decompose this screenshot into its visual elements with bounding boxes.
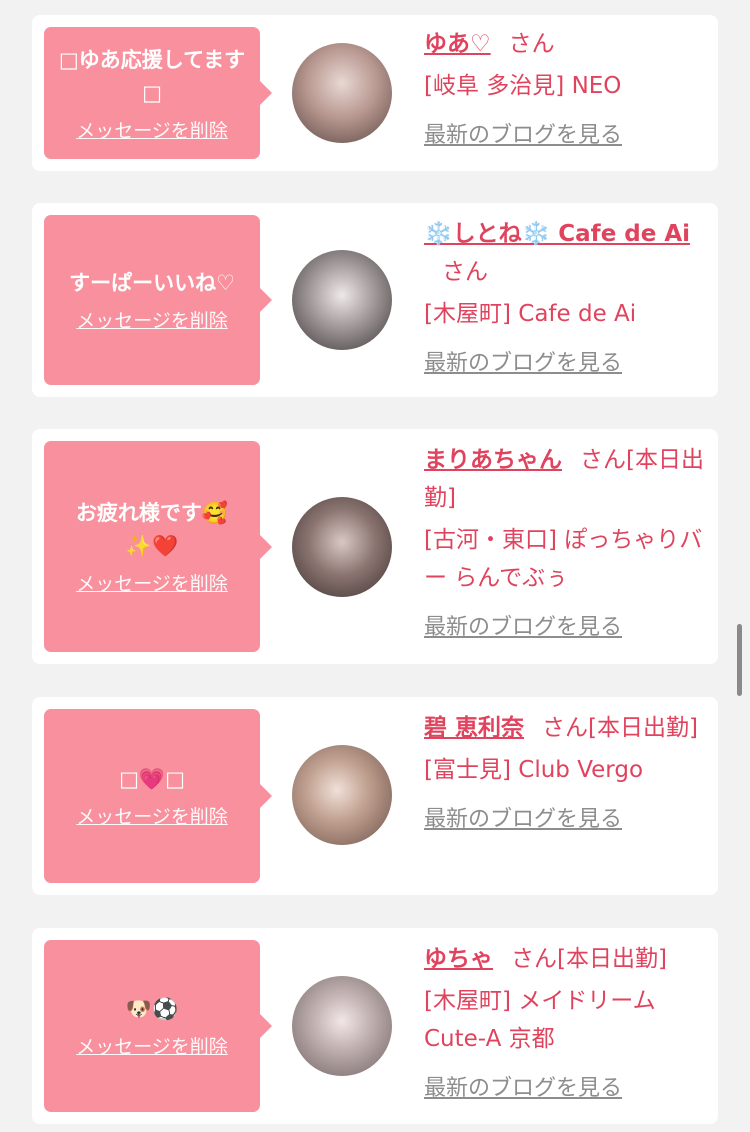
- status-text: [本日出勤]: [588, 715, 698, 741]
- cast-info: ゆあ♡ さん [岐阜 多治見] NEO 最新のブログを見る: [424, 25, 710, 155]
- scrollbar[interactable]: [737, 624, 742, 696]
- message-card: すーぱーいいね♡ メッセージを削除 ❄️しとね❄️ Cafe de Ai さん […: [32, 203, 718, 397]
- message-bubble: お疲れ様です🥰✨❤️ メッセージを削除: [44, 441, 272, 652]
- honorific: さん: [542, 715, 589, 741]
- cast-info: ゆちゃ さん[本日出勤] [木屋町] メイドリーム Cute-A 京都 最新のブロ…: [424, 940, 710, 1108]
- message-text: □ゆあ応援してます□: [58, 47, 246, 105]
- message-card: □💗□ メッセージを削除 碧 恵利奈 さん[本日出勤] [富士見] Club Ve…: [32, 697, 718, 895]
- message-text: 🐶⚽️: [125, 997, 179, 1021]
- latest-blog-link[interactable]: 最新のブログを見る: [424, 117, 710, 155]
- shop-name: [木屋町] Cafe de Ai: [424, 301, 637, 327]
- avatar[interactable]: [292, 497, 392, 597]
- cast-info: ❄️しとね❄️ Cafe de Ai さん [木屋町] Cafe de Ai 最新…: [424, 215, 710, 383]
- avatar[interactable]: [292, 976, 392, 1076]
- delete-message-link[interactable]: メッセージを削除: [76, 802, 228, 829]
- message-bubble: 🐶⚽️ メッセージを削除: [44, 940, 272, 1112]
- message-text: □💗□: [119, 767, 185, 791]
- message-bubble: □💗□ メッセージを削除: [44, 709, 272, 883]
- latest-blog-link[interactable]: 最新のブログを見る: [424, 609, 710, 647]
- cast-name-link[interactable]: 碧 恵利奈: [424, 715, 524, 741]
- shop-name: [岐阜 多治見] NEO: [424, 73, 622, 99]
- honorific: さん: [508, 31, 555, 57]
- message-text: お疲れ様です🥰✨❤️: [75, 501, 229, 558]
- message-text: すーぱーいいね♡: [69, 271, 235, 295]
- cast-name-link[interactable]: まりあちゃん: [424, 447, 562, 473]
- shop-name: [木屋町] メイドリーム Cute-A 京都: [424, 988, 656, 1052]
- avatar[interactable]: [292, 250, 392, 350]
- message-bubble: □ゆあ応援してます□ メッセージを削除: [44, 27, 272, 159]
- status-text: [本日出勤]: [557, 946, 667, 972]
- delete-message-link[interactable]: メッセージを削除: [76, 1032, 228, 1059]
- latest-blog-link[interactable]: 最新のブログを見る: [424, 345, 710, 383]
- message-card: 🐶⚽️ メッセージを削除 ゆちゃ さん[本日出勤] [木屋町] メイドリーム Cu…: [32, 928, 718, 1124]
- latest-blog-link[interactable]: 最新のブログを見る: [424, 1070, 710, 1108]
- delete-message-link[interactable]: メッセージを削除: [76, 306, 228, 333]
- avatar[interactable]: [292, 745, 392, 845]
- avatar[interactable]: [292, 43, 392, 143]
- latest-blog-link[interactable]: 最新のブログを見る: [424, 801, 710, 839]
- message-bubble: すーぱーいいね♡ メッセージを削除: [44, 215, 272, 385]
- cast-name-link[interactable]: ❄️しとね❄️ Cafe de Ai: [424, 221, 690, 247]
- message-card: □ゆあ応援してます□ メッセージを削除 ゆあ♡ さん [岐阜 多治見] NEO 最…: [32, 15, 718, 171]
- cast-info: 碧 恵利奈 さん[本日出勤] [富士見] Club Vergo 最新のブログを見る: [424, 709, 710, 839]
- honorific: さん: [442, 259, 488, 285]
- cast-name-link[interactable]: ゆちゃ: [424, 946, 493, 972]
- shop-name: [古河・東口] ぽっちゃりバー らんでぶぅ: [424, 527, 703, 591]
- cast-name-link[interactable]: ゆあ♡: [424, 31, 491, 57]
- honorific: さん: [511, 946, 557, 972]
- delete-message-link[interactable]: メッセージを削除: [76, 569, 228, 596]
- message-card: お疲れ様です🥰✨❤️ メッセージを削除 まりあちゃん さん[本日出勤] [古河・東…: [32, 429, 718, 664]
- delete-message-link[interactable]: メッセージを削除: [76, 116, 228, 143]
- shop-name: [富士見] Club Vergo: [424, 757, 644, 783]
- cast-info: まりあちゃん さん[本日出勤] [古河・東口] ぽっちゃりバー らんでぶぅ 最新の…: [424, 441, 710, 647]
- honorific: さん: [580, 447, 626, 473]
